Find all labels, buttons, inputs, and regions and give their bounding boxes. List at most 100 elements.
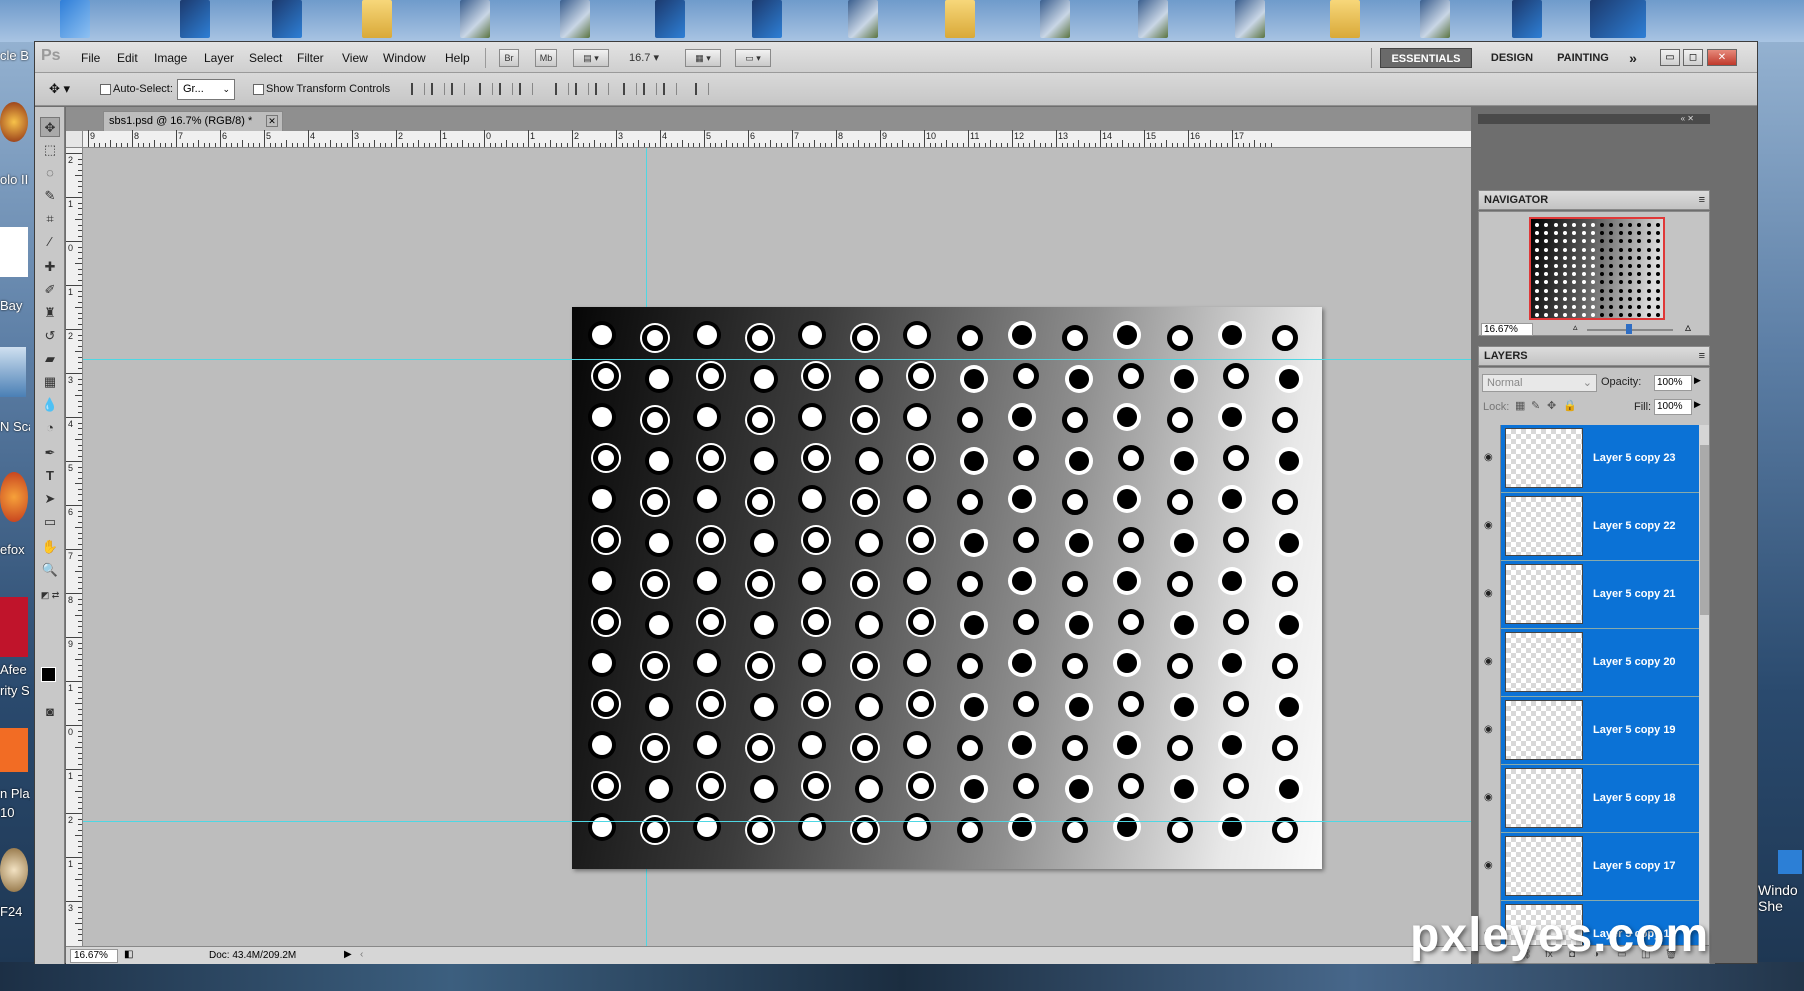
layer-row[interactable]: ◉ Layer 5 copy 22 [1479, 493, 1699, 561]
auto-select-checkbox[interactable] [100, 84, 111, 95]
ruler-horizontal[interactable]: 9 8 7 6 5 4 3 2 1 0 1 2 3 4 5 6 7 8 9 10 11 12 13 14 15 16 17 [83, 130, 1471, 148]
menu-edit[interactable]: Edit [117, 51, 138, 65]
navigator-panel-header[interactable]: NAVIGATOR ≡ [1478, 190, 1710, 210]
default-colors-icon[interactable]: ◩ ⇄ [40, 585, 60, 605]
desktop-app-icon[interactable] [0, 728, 28, 772]
visibility-eye-icon[interactable]: ◉ [1484, 724, 1496, 735]
quick-select-tool-icon[interactable]: ✎ [40, 186, 60, 206]
marquee-tool-icon[interactable]: ⬚ [40, 140, 60, 160]
status-menu-arrow-icon[interactable]: ▶ [344, 949, 352, 960]
show-transform-checkbox[interactable] [253, 84, 264, 95]
windows-shortcut-icon[interactable] [1778, 850, 1802, 874]
menu-layer[interactable]: Layer [204, 51, 234, 65]
layers-scroll-thumb[interactable] [1700, 445, 1709, 615]
fill-field[interactable]: 100% [1654, 399, 1692, 415]
panel-menu-icon[interactable]: ≡ [1699, 347, 1705, 365]
status-zoom-field[interactable]: 16.67% [70, 949, 118, 963]
menu-file[interactable]: File [81, 51, 100, 65]
align-left-icon[interactable] [479, 83, 493, 95]
menu-window[interactable]: Window [383, 51, 426, 65]
guide-horizontal[interactable] [83, 359, 1471, 360]
ruler-origin[interactable] [66, 131, 83, 148]
desktop-icon-folder[interactable] [1330, 0, 1360, 38]
move-tool-icon[interactable]: ✥ ▾ [49, 81, 70, 97]
align-vcenter-icon[interactable] [431, 83, 445, 95]
layers-panel-header[interactable]: LAYERS ≡ [1478, 346, 1710, 366]
desktop-icon-folder[interactable] [945, 0, 975, 38]
layer-row[interactable]: ◉ Layer 5 copy 23 [1479, 425, 1699, 493]
desktop-icon-photo[interactable] [460, 0, 490, 38]
layer-name[interactable]: Layer 5 copy 21 [1593, 588, 1676, 600]
lock-pixels-icon[interactable]: ✎ [1531, 399, 1540, 412]
visibility-eye-icon[interactable]: ◉ [1484, 860, 1496, 871]
desktop-icon-photo[interactable] [1040, 0, 1070, 38]
blur-tool-icon[interactable]: 💧 [40, 395, 60, 415]
layer-name[interactable]: Layer 5 copy 20 [1593, 656, 1676, 668]
blend-mode-dropdown[interactable]: Normal ⌄ [1482, 374, 1597, 392]
layer-name[interactable]: Layer 5 copy 22 [1593, 520, 1676, 532]
navigator-zoom-knob[interactable] [1626, 324, 1632, 334]
visibility-eye-icon[interactable]: ◉ [1484, 792, 1496, 803]
workspace-design[interactable]: DESIGN [1483, 48, 1541, 68]
visibility-eye-icon[interactable]: ◉ [1484, 452, 1496, 463]
workspace-essentials[interactable]: ESSENTIALS [1380, 48, 1472, 68]
menu-filter[interactable]: Filter [297, 51, 324, 65]
distribute-bottom-icon[interactable] [595, 83, 609, 95]
layer-row[interactable]: ◉ Layer 5 copy 21 [1479, 561, 1699, 629]
type-tool-icon[interactable]: T [40, 466, 60, 486]
align-bottom-icon[interactable] [451, 83, 465, 95]
desktop-app-icon[interactable] [0, 848, 28, 892]
layer-name[interactable]: Layer 5 copy 17 [1593, 860, 1676, 872]
desktop-icon-psd[interactable] [1590, 0, 1646, 38]
crop-tool-icon[interactable]: ⌗ [40, 209, 60, 229]
panel-dock-collapse-icon[interactable]: « ✕ [1478, 114, 1710, 124]
layer-name[interactable]: Layer 5 copy 18 [1593, 792, 1676, 804]
auto-select-dropdown[interactable]: Gr... ⌄ [177, 79, 235, 100]
layer-row[interactable]: ◉ Layer 5 copy 19 [1479, 697, 1699, 765]
distribute-hcenter-icon[interactable] [643, 83, 657, 95]
visibility-eye-icon[interactable]: ◉ [1484, 656, 1496, 667]
layers-scrollbar[interactable] [1699, 425, 1709, 945]
opacity-arrow-icon[interactable]: ▶ [1694, 375, 1701, 386]
distribute-vcenter-icon[interactable] [575, 83, 589, 95]
zoom-in-icon[interactable]: ▵ [1685, 320, 1691, 334]
screen-mode-button[interactable]: ▭ ▾ [735, 49, 771, 67]
arrange-documents-button[interactable]: ▦ ▾ [685, 49, 721, 67]
desktop-icon-photo[interactable] [1235, 0, 1265, 38]
desktop-app-icon[interactable] [0, 347, 26, 397]
zoom-out-icon[interactable]: ▵ [1573, 322, 1578, 333]
navigator-zoom-field[interactable]: 16.67% [1481, 323, 1533, 336]
distribute-top-icon[interactable] [555, 83, 569, 95]
desktop-icon-folder[interactable] [362, 0, 392, 38]
zoom-tool-icon[interactable]: 🔍 [40, 560, 60, 580]
desktop-icon-photo[interactable] [560, 0, 590, 38]
document-tab[interactable]: sbs1.psd @ 16.7% (RGB/8) * ✕ [103, 111, 283, 131]
more-workspaces-icon[interactable]: » [1623, 48, 1643, 68]
close-icon[interactable]: ✕ [1707, 49, 1737, 66]
gradient-tool-icon[interactable]: ▦ [40, 372, 60, 392]
navigator-thumbnail[interactable] [1529, 217, 1665, 320]
workspace-painting[interactable]: PAINTING [1549, 48, 1617, 68]
shape-tool-icon[interactable]: ▭ [40, 512, 60, 532]
close-tab-icon[interactable]: ✕ [266, 115, 278, 127]
layer-name[interactable]: Layer 5 copy 23 [1593, 452, 1676, 464]
desktop-app-icon[interactable] [0, 597, 28, 657]
align-top-icon[interactable] [411, 83, 425, 95]
desktop-app-icon[interactable] [0, 227, 28, 277]
menu-view[interactable]: View [342, 51, 368, 65]
history-brush-tool-icon[interactable]: ↺ [40, 326, 60, 346]
layer-name[interactable]: Layer 5 copy 19 [1593, 724, 1676, 736]
eyedropper-tool-icon[interactable]: ⁄ [40, 232, 60, 252]
clone-stamp-tool-icon[interactable]: ♜ [40, 303, 60, 323]
layer-row[interactable]: ◉ Layer 5 copy 18 [1479, 765, 1699, 833]
desktop-icon-psd[interactable] [1512, 0, 1542, 38]
distribute-right-icon[interactable] [663, 83, 677, 95]
minimize-icon[interactable]: ▭ [1660, 49, 1680, 66]
maximize-icon[interactable]: ◻ [1683, 49, 1703, 66]
auto-align-icon[interactable] [695, 83, 709, 95]
desktop-icon-psd[interactable] [752, 0, 782, 38]
desktop-app-icon[interactable] [0, 102, 28, 142]
guide-horizontal[interactable] [83, 821, 1471, 822]
foreground-color-swatch[interactable] [41, 667, 56, 682]
mini-bridge-button[interactable]: Mb [535, 49, 557, 67]
